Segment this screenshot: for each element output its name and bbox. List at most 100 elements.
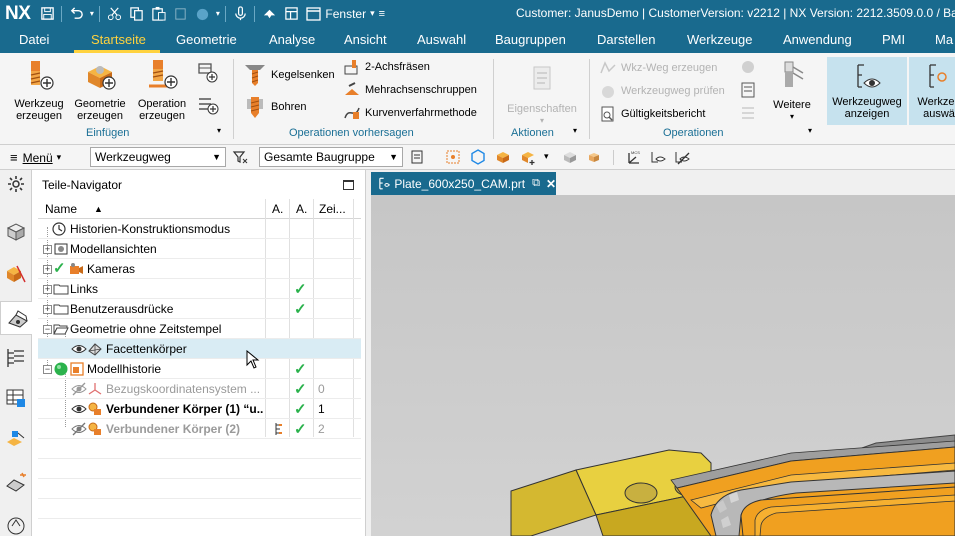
tab-startseite[interactable]: Startseite — [91, 32, 146, 47]
column-header-name[interactable]: Name — [45, 202, 77, 216]
expand-icon[interactable]: + — [43, 305, 52, 314]
properties-button[interactable]: Eigenschaften ▾ — [503, 63, 581, 127]
save-icon[interactable] — [37, 4, 57, 24]
expand-icon[interactable]: + — [43, 285, 52, 294]
generate-toolpath-button[interactable]: Wkz-Weg erzeugen — [599, 59, 717, 77]
body-filter-icon[interactable] — [495, 149, 511, 165]
window-layout-icon[interactable] — [281, 4, 301, 24]
tab-geometrie[interactable]: Geometrie — [176, 32, 237, 47]
chevron-down-icon[interactable]: ▾ — [544, 151, 549, 162]
small-box-icon[interactable] — [586, 149, 602, 165]
part-navigator-tab[interactable] — [0, 301, 32, 335]
more-button[interactable]: Weitere ▾ — [766, 59, 818, 123]
restore-window-icon[interactable]: ⧉ — [532, 177, 540, 190]
tree-row[interactable]: − Modellhistorie ✓ — [38, 359, 361, 379]
tab-analyse[interactable]: Analyse — [269, 32, 315, 47]
eye-hidden-icon[interactable] — [71, 381, 87, 397]
select-tool-button[interactable]: Werkzeu auswä — [909, 57, 955, 125]
shop-documentation-icon[interactable] — [739, 81, 757, 99]
constraint-navigator-icon[interactable] — [4, 262, 28, 286]
undo-dropdown-icon[interactable]: ▾ — [87, 9, 96, 18]
window-menu[interactable]: Fenster ▾ ≡ — [306, 7, 385, 21]
multi-axis-roughing-button[interactable]: Mehrachsenschruppen — [343, 81, 477, 99]
tree-row[interactable]: Verbundener Körper (1) “u... ✓ 1 — [38, 399, 361, 419]
countersink-button[interactable]: Kegelsenken — [243, 63, 335, 87]
tree-row[interactable]: Bezugskoordinatensystem ... ✓ 0 — [38, 379, 361, 399]
tree-row[interactable]: − Geometrie ohne Zeitstempel — [38, 319, 361, 339]
eye-icon[interactable] — [71, 401, 87, 417]
touch-mode-icon[interactable] — [259, 4, 279, 24]
chevron-down-icon[interactable]: ▾ — [808, 126, 812, 135]
document-tab[interactable]: Plate_600x250_CAM.prt ⧉ ✕ — [371, 172, 556, 195]
machining-feature-navigator-icon[interactable] — [4, 428, 28, 452]
hexagon-icon[interactable] — [470, 149, 486, 165]
menu-button[interactable]: ≡ Menü ▾ — [10, 150, 61, 165]
tree-row[interactable]: + Links ✓ — [38, 279, 361, 299]
tab-more[interactable]: Ma — [935, 32, 953, 47]
eye-icon[interactable] — [71, 341, 87, 357]
tab-baugruppen[interactable]: Baugruppen — [495, 32, 566, 47]
tree-row[interactable]: Verbundener Körper (2) ✓ 2 — [38, 419, 361, 439]
eye-hidden-icon[interactable] — [71, 421, 87, 437]
feature-teach-icon[interactable] — [4, 470, 28, 494]
undo-icon[interactable] — [66, 4, 86, 24]
tree-row[interactable]: + ✓ Kameras — [38, 259, 361, 279]
2-axis-milling-button[interactable]: 2-Achsfräsen — [343, 58, 430, 76]
column-header-time[interactable]: Zei... — [319, 202, 346, 216]
maximize-icon[interactable] — [343, 180, 354, 190]
palette-navigator-icon[interactable] — [4, 512, 28, 536]
checkmark-icon[interactable]: ✓ — [53, 259, 66, 277]
tab-datei[interactable]: Datei — [19, 32, 49, 47]
hide-path-icon[interactable] — [674, 149, 690, 165]
shape-icon[interactable] — [192, 4, 212, 24]
chevron-down-icon[interactable]: ▾ — [217, 126, 221, 135]
operation-navigator-icon[interactable] — [4, 346, 28, 370]
list-icon[interactable] — [739, 104, 757, 122]
expand-icon[interactable]: + — [43, 265, 52, 274]
tree-row[interactable]: + Benutzerausdrücke ✓ — [38, 299, 361, 319]
cut-icon[interactable] — [104, 4, 124, 24]
mcs-icon[interactable]: MCS — [626, 149, 642, 165]
snap-point-icon[interactable] — [445, 149, 461, 165]
customize-icon[interactable]: ≡ — [379, 8, 385, 20]
assembly-navigator-icon[interactable] — [4, 220, 28, 244]
verify-toolpath-button[interactable]: Werkzeugweg prüfen — [599, 82, 725, 100]
validity-report-button[interactable]: Gültigkeitsbericht — [599, 105, 705, 123]
column-header-a2[interactable]: A. — [296, 202, 307, 216]
tab-anwendung[interactable]: Anwendung — [783, 32, 852, 47]
tab-werkzeuge[interactable]: Werkzeuge — [687, 32, 753, 47]
create-method-icon[interactable] — [196, 61, 220, 85]
tab-darstellen[interactable]: Darstellen — [597, 32, 656, 47]
curve-drive-method-button[interactable]: Kurvenverfahrmethode — [343, 104, 477, 122]
shape-dropdown-icon[interactable]: ▾ — [213, 9, 222, 18]
chevron-down-icon[interactable]: ▾ — [573, 126, 577, 135]
tab-pmi[interactable]: PMI — [882, 32, 905, 47]
create-operation-button[interactable]: Operation erzeugen — [133, 58, 191, 122]
column-header-a1[interactable]: A. — [272, 202, 283, 216]
create-tool-button[interactable]: Werkzeug erzeugen — [10, 58, 68, 122]
gear-icon[interactable] — [6, 174, 26, 194]
create-program-icon[interactable] — [196, 93, 220, 117]
tree-row[interactable]: Historien-Konstruktionsmodus — [38, 219, 361, 239]
type-filter-select[interactable]: Werkzeugweg ▼ — [90, 147, 226, 167]
gray-box-icon[interactable] — [562, 149, 578, 165]
microphone-icon[interactable] — [230, 4, 250, 24]
tab-ansicht[interactable]: Ansicht — [344, 32, 387, 47]
copy-icon[interactable] — [126, 4, 146, 24]
postprocess-icon[interactable] — [739, 58, 757, 76]
add-body-icon[interactable] — [520, 149, 536, 165]
machine-tool-navigator-icon[interactable] — [4, 386, 28, 410]
3d-viewport[interactable] — [371, 195, 955, 536]
create-geometry-button[interactable]: Geometrie erzeugen — [71, 58, 129, 122]
tree-row[interactable]: Facettenkörper — [38, 339, 361, 359]
tree-row[interactable]: + Modellansichten — [38, 239, 361, 259]
selection-scope-icon[interactable] — [410, 149, 426, 165]
filter-icon[interactable] — [232, 149, 248, 165]
drilling-button[interactable]: Bohren — [243, 95, 306, 119]
show-toolpath-button[interactable]: Werkzeugweg anzeigen — [827, 57, 907, 125]
expand-icon[interactable]: + — [43, 245, 52, 254]
tab-auswahl[interactable]: Auswahl — [417, 32, 466, 47]
scope-select[interactable]: Gesamte Baugruppe ▼ — [259, 147, 403, 167]
collapse-icon[interactable]: − — [43, 365, 52, 374]
paste-icon[interactable] — [148, 4, 168, 24]
